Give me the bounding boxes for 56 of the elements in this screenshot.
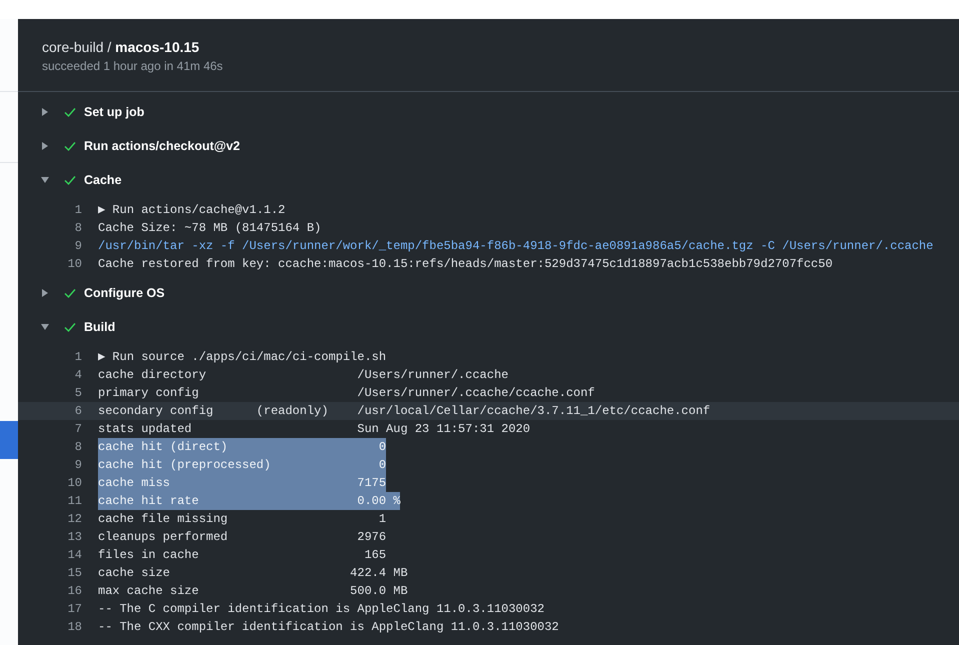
step-title: Run actions/checkout@v2 [84,139,240,153]
line-number: 8 [74,440,82,454]
log-text: stats updated Sun Aug 23 11:57:31 2020 [98,421,530,438]
line-number: 9 [74,239,82,253]
step-title: Configure OS [84,286,165,300]
line-number: 9 [74,458,82,472]
line-number: 6 [74,404,82,418]
caret-down-icon[interactable] [40,322,50,332]
line-number: 16 [66,584,82,598]
caret-down-icon[interactable] [40,175,50,185]
line-number: 17 [66,602,82,616]
line-number: 7 [74,422,82,436]
log-text: cache directory /Users/runner/.ccache [98,367,508,384]
step-header[interactable]: Set up job [18,95,959,129]
log-text: -- The CXX compiler identification is AppleClang 11.0.3.11030032 [98,619,559,636]
line-number: 10 [66,257,82,271]
line-number: 13 [66,530,82,544]
step-title: Set up job [84,105,144,119]
step-header[interactable]: Configure OS [18,276,959,310]
line-number: 1 [74,203,82,217]
step-header[interactable]: Run actions/checkout@v2 [18,129,959,163]
line-number: 11 [66,494,82,508]
job-title: core-build / macos-10.15 [42,38,200,56]
line-number: 18 [66,620,82,634]
log-text: secondary config (readonly) /usr/local/Cellar/ccache/3.7.11_1/etc/ccache.conf [98,403,710,420]
log-text: Cache restored from key: ccache:macos-10.15:refs/heads/master:529d37475c1d18897acb1c538ebb79d2707fcc50 [98,256,833,273]
line-number: 4 [74,368,82,382]
line-number: 8 [74,221,82,235]
line-number: 10 [66,476,82,490]
log-text: cache miss 7175 [98,474,386,492]
log-text: ▶ Run source ./apps/ci/mac/ci-compile.sh [98,349,386,366]
step-header[interactable]: Build [18,310,959,344]
log-command: /usr/bin/tar -xz -f /Users/runner/work/_temp/fbe5ba94-f86b-4918-9fdc-ae0891a986a5/cache.tgz -C /Users/runner/.ccache [98,238,934,255]
log-text: max cache size 500.0 MB [98,583,408,600]
log-text: cleanups performed 2976 [98,529,386,546]
caret-right-icon[interactable] [40,141,50,151]
caret-right-icon[interactable] [40,107,50,117]
log-text: cache size 422.4 MB [98,565,408,582]
job-status: succeeded 1 hour ago in 41m 46s [42,58,224,75]
log-text: files in cache 165 [98,547,386,564]
caret-right-icon[interactable] [40,288,50,298]
log-text: Cache Size: ~78 MB (81475164 B) [98,220,322,237]
step-header[interactable]: Cache [18,163,959,197]
line-number: 14 [66,548,82,562]
line-number: 5 [74,386,82,400]
line-number: 1 [74,350,82,364]
log-text: -- The C compiler identification is AppleClang 11.0.3.11030032 [98,601,544,618]
log-text: cache file missing 1 [98,511,386,528]
line-number: 15 [66,566,82,580]
log-text: cache hit (direct) 0 [98,438,386,456]
log-text: primary config /Users/runner/.ccache/ccache.conf [98,385,595,402]
log-text: cache hit (preprocessed) 0 [98,456,386,474]
step-title: Build [84,320,116,334]
step-title: Cache [84,173,122,187]
line-number: 12 [66,512,82,526]
log-text: ▶ Run actions/cache@v1.1.2 [98,202,286,219]
